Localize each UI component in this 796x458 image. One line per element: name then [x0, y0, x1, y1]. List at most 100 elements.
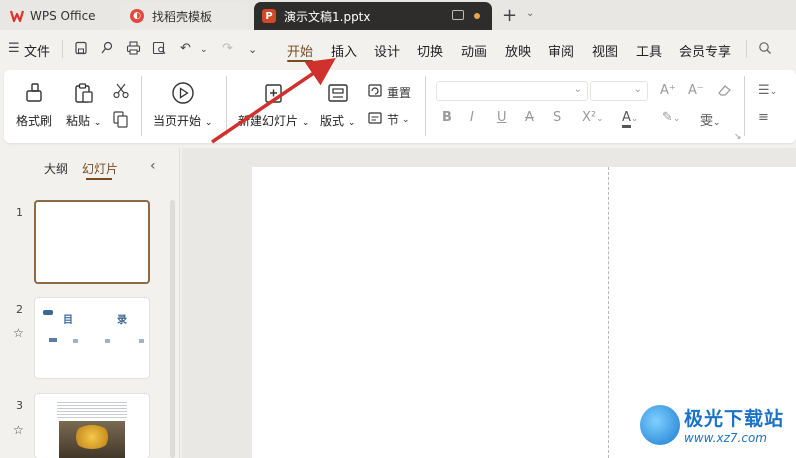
panel-scrollbar[interactable]: [170, 200, 175, 458]
redo-icon[interactable]: ↷: [222, 41, 233, 56]
thumb-line: [105, 339, 110, 343]
menu-slideshow[interactable]: 放映: [505, 41, 531, 60]
tab-outline[interactable]: 大纲: [44, 160, 68, 177]
divider: [744, 76, 745, 136]
increase-font-icon[interactable]: A⁺: [660, 83, 676, 98]
menu-home[interactable]: 开始: [287, 41, 313, 60]
ribbon-toolbar: [4, 70, 796, 143]
pin-icon[interactable]: [100, 41, 114, 59]
thumb-line: [139, 339, 144, 343]
play-label: 当页开始 ⌄: [153, 114, 213, 128]
copy-icon[interactable]: [112, 110, 130, 132]
slide-thumbnail-3[interactable]: [34, 393, 150, 458]
tree-icon: [73, 425, 111, 449]
star-icon[interactable]: ☆: [13, 326, 24, 340]
watermark-logo-icon: [640, 404, 680, 445]
divider: [62, 40, 63, 58]
chevron-down-icon: ⌄: [402, 114, 410, 125]
highlight-icon[interactable]: ✎⌄: [662, 110, 680, 125]
print-preview-icon[interactable]: [152, 41, 167, 59]
divider: [226, 76, 227, 136]
play-from-current-button[interactable]: 当页开始 ⌄: [153, 80, 212, 129]
new-slide-icon: [262, 80, 286, 106]
thumb-text-lines: [57, 400, 127, 418]
tab-label: 演示文稿1.pptx: [284, 9, 371, 24]
align-left-icon[interactable]: ≡: [758, 110, 769, 125]
play-icon: [171, 80, 195, 106]
bold-icon[interactable]: B: [442, 110, 452, 125]
layout-icon: [326, 80, 350, 106]
font-family-select[interactable]: ⌄: [436, 81, 588, 101]
menu-member[interactable]: 会员专享: [679, 41, 731, 60]
chevron-down-icon[interactable]: ⌄: [248, 43, 257, 56]
template-icon: ◐: [130, 9, 144, 23]
undo-icon[interactable]: ↶: [180, 41, 191, 56]
paste-button[interactable]: 粘贴 ⌄: [66, 80, 101, 129]
thumb-image: [59, 421, 125, 458]
reset-button[interactable]: 重置: [367, 83, 411, 102]
star-icon[interactable]: ☆: [13, 423, 24, 437]
tab-document[interactable]: P 演示文稿1.pptx: [254, 2, 492, 30]
font-dialog-icon[interactable]: ↘: [734, 132, 742, 142]
thumb-line: [73, 339, 78, 343]
font-size-select[interactable]: ⌄: [590, 81, 648, 101]
new-tab-icon[interactable]: +: [502, 5, 517, 26]
watermark: 极光下载站 www.xz7.com: [640, 404, 784, 445]
save-icon[interactable]: [74, 41, 88, 59]
menu-insert[interactable]: 插入: [331, 41, 357, 60]
wps-logo-icon: [10, 9, 24, 23]
paste-label: 粘贴 ⌄: [66, 114, 102, 128]
slide-number: 1: [16, 206, 23, 219]
eraser-icon[interactable]: [716, 83, 732, 101]
superscript-icon[interactable]: X²⌄: [582, 110, 604, 125]
tab-label: WPS Office: [30, 9, 96, 23]
menu-transitions[interactable]: 切换: [417, 41, 443, 60]
presentation-icon: P: [262, 9, 276, 23]
scissors-icon[interactable]: [112, 82, 130, 104]
menu-bar: ☰ 文件 ↶ ⌄ ↷ ⌄ 开始 插入 设计 切换 动画 放映 审阅 视图 工具 …: [0, 30, 796, 68]
slide-thumbnail-1[interactable]: [34, 200, 150, 284]
new-slide-label: 新建幻灯片 ⌄: [238, 114, 310, 128]
menu-review[interactable]: 审阅: [548, 41, 574, 60]
divider: [746, 40, 747, 58]
print-icon[interactable]: [126, 41, 141, 59]
reset-icon: [367, 83, 383, 102]
phonetic-icon[interactable]: 雯⌄: [700, 110, 721, 129]
slide-number: 3: [16, 399, 23, 412]
divider: [141, 76, 142, 136]
menu-file[interactable]: 文件: [24, 41, 50, 60]
menu-tools[interactable]: 工具: [636, 41, 662, 60]
collapse-panel-icon[interactable]: ‹: [150, 158, 156, 174]
tab-slides[interactable]: 幻灯片: [82, 160, 118, 177]
underline-icon[interactable]: U: [497, 110, 507, 125]
layout-label: 版式 ⌄: [320, 114, 356, 128]
tab-wps-office[interactable]: WPS Office: [2, 2, 114, 30]
active-menu-indicator: [287, 60, 313, 62]
screen-icon[interactable]: [452, 10, 464, 20]
layout-button[interactable]: 版式 ⌄: [320, 80, 355, 129]
chevron-down-icon[interactable]: ⌄: [526, 8, 534, 19]
section-icon: [367, 110, 383, 129]
menu-view[interactable]: 视图: [592, 41, 618, 60]
slide-number: 2: [16, 303, 23, 316]
decrease-font-icon[interactable]: A⁻: [688, 83, 704, 98]
font-color-icon[interactable]: A⌄: [622, 110, 638, 128]
italic-icon[interactable]: I: [470, 110, 474, 125]
text-shadow-icon[interactable]: S: [553, 110, 561, 125]
chevron-down-icon[interactable]: ⌄: [200, 45, 208, 55]
menu-animations[interactable]: 动画: [461, 41, 487, 60]
new-slide-button[interactable]: 新建幻灯片 ⌄: [238, 80, 309, 129]
thumb-line: [49, 338, 57, 342]
strikethrough-icon[interactable]: A: [525, 110, 534, 125]
format-painter-button[interactable]: 格式刷: [16, 80, 52, 129]
search-icon[interactable]: [758, 41, 772, 59]
unsaved-dot-icon: [474, 13, 480, 19]
tab-template[interactable]: ◐ 找稻壳模板: [120, 2, 248, 30]
slide-thumbnail-2[interactable]: 目 录: [34, 297, 150, 379]
section-button[interactable]: 节 ⌄: [367, 110, 410, 129]
hamburger-icon[interactable]: ☰: [8, 41, 20, 56]
bullet-list-icon[interactable]: ☰⌄: [758, 83, 777, 98]
menu-design[interactable]: 设计: [374, 41, 400, 60]
center-guide-line: [608, 167, 609, 458]
divider: [425, 76, 426, 136]
